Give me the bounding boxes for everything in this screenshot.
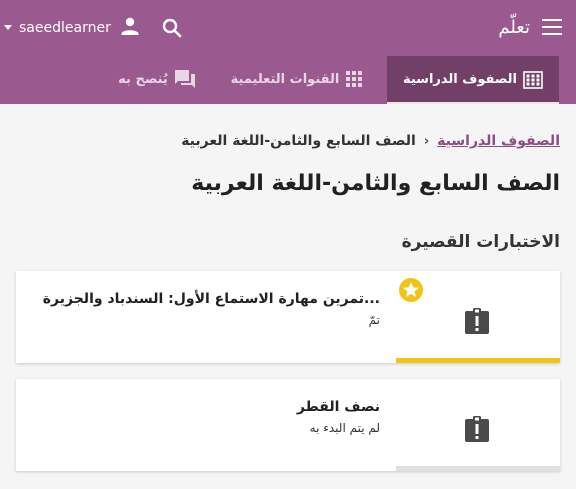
breadcrumb-separator: › bbox=[423, 133, 430, 149]
quiz-progress-bar bbox=[396, 358, 560, 363]
quiz-card-text: تمرين مهارة الاستماع الأول: السندباد وال… bbox=[30, 289, 380, 327]
quiz-clipboard-icon bbox=[465, 308, 489, 334]
tab-recommended[interactable]: يُنصح به bbox=[106, 56, 208, 102]
app-bar: تعلّم saeedlearner الصفوف الدراسية القنو… bbox=[0, 0, 576, 104]
breadcrumb-root-link[interactable]: الصفوف الدراسية bbox=[437, 133, 560, 149]
completed-star-icon bbox=[399, 278, 423, 302]
quiz-progress-bar bbox=[396, 466, 560, 471]
quiz-card[interactable]: نصف القطر لم يتم البدء به bbox=[16, 379, 560, 471]
quiz-progress-fill bbox=[396, 358, 560, 363]
quiz-card-text: نصف القطر لم يتم البدء به bbox=[30, 397, 380, 435]
top-bar: تعلّم saeedlearner bbox=[0, 0, 576, 56]
quiz-status: لم يتم البدء به bbox=[309, 421, 380, 435]
page-title: الصف السابع والثامن-اللغة العربية bbox=[191, 171, 560, 196]
recommended-chat-icon bbox=[174, 70, 195, 88]
quiz-status: تمّ bbox=[368, 313, 380, 327]
breadcrumb-current: الصف السابع والثامن-اللغة العربية bbox=[181, 133, 416, 149]
search-icon[interactable] bbox=[160, 16, 184, 40]
tab-classes[interactable]: الصفوف الدراسية bbox=[387, 56, 559, 104]
tab-channels[interactable]: القنوات التعليمية bbox=[221, 56, 373, 102]
username[interactable]: saeedlearner bbox=[19, 19, 111, 37]
quiz-card[interactable]: تمرين مهارة الاستماع الأول: السندباد وال… bbox=[16, 271, 560, 363]
tab-recommended-label: يُنصح به bbox=[118, 71, 168, 87]
user-account-icon[interactable] bbox=[118, 14, 142, 38]
tab-channels-label: القنوات التعليمية bbox=[230, 71, 340, 87]
quiz-title: نصف القطر bbox=[296, 399, 380, 415]
section-title-quizzes: الاختبارات القصيرة bbox=[401, 232, 560, 252]
quiz-card-thumbnail bbox=[396, 379, 560, 471]
nav-tabs: الصفوف الدراسية القنوات التعليمية يُنصح … bbox=[0, 56, 576, 104]
quiz-title: تمرين مهارة الاستماع الأول: السندباد وال… bbox=[42, 291, 380, 307]
quiz-clipboard-icon bbox=[465, 416, 489, 442]
breadcrumb: الصفوف الدراسية › الصف السابع والثامن-ال… bbox=[181, 133, 560, 149]
channels-grid-icon bbox=[346, 71, 363, 87]
app-title: تعلّم bbox=[498, 17, 530, 38]
menu-icon[interactable] bbox=[542, 19, 562, 37]
caret-down-icon[interactable] bbox=[4, 25, 12, 30]
tab-classes-label: الصفوف الدراسية bbox=[402, 72, 518, 87]
classes-grid-icon bbox=[523, 70, 543, 89]
